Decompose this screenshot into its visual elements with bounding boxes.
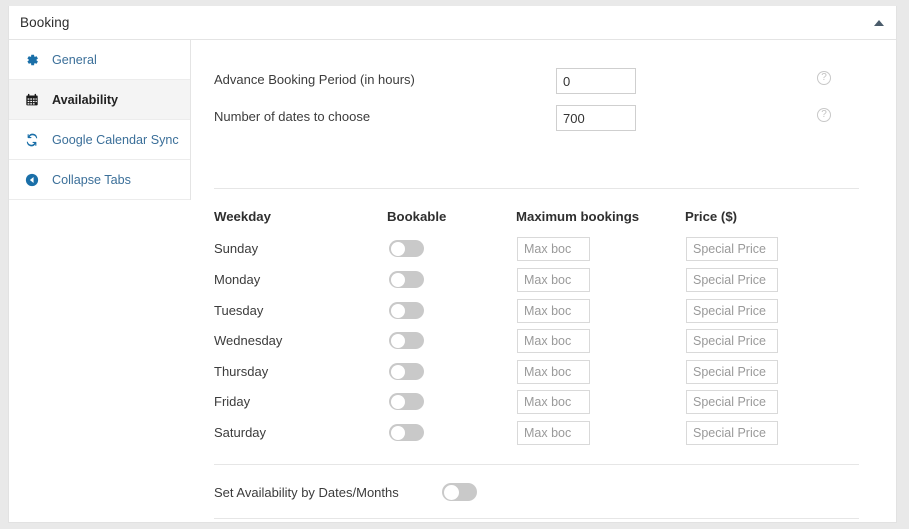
max-bookings-input[interactable] (517, 237, 590, 261)
page-title: Booking (20, 15, 70, 30)
advance-booking-period-input[interactable] (556, 68, 636, 94)
max-bookings-input[interactable] (517, 421, 590, 445)
sidebar-item-label: Collapse Tabs (52, 172, 131, 187)
sidebar: General Availability Google Calendar Syn… (9, 40, 191, 200)
column-header-price: Price ($) (685, 209, 738, 224)
toggle-knob (390, 272, 405, 287)
sidebar-item-collapse-tabs[interactable]: Collapse Tabs (9, 160, 190, 200)
toggle-knob (443, 484, 459, 500)
app-root: Booking General Availability Google Cale… (0, 0, 909, 529)
special-price-input[interactable] (686, 360, 778, 384)
sidebar-item-label: General (52, 52, 97, 67)
toggle-knob (390, 241, 405, 256)
divider-middle (214, 464, 859, 465)
number-of-dates-input[interactable] (556, 105, 636, 131)
set-availability-toggle[interactable] (442, 483, 477, 501)
divider-bottom (214, 518, 859, 519)
column-header-max-bookings: Maximum bookings (516, 209, 640, 224)
bookable-toggle[interactable] (389, 424, 424, 441)
advance-booking-period-row: Advance Booking Period (in hours) ? (214, 68, 854, 96)
special-price-input[interactable] (686, 268, 778, 292)
table-row: Saturday (214, 420, 859, 450)
refresh-sync-icon (23, 133, 41, 147)
number-of-dates-label: Number of dates to choose (214, 109, 371, 124)
gear-icon (23, 53, 41, 67)
calendar-icon (23, 93, 41, 107)
sidebar-item-label: Google Calendar Sync (52, 132, 179, 147)
toggle-knob (390, 364, 405, 379)
special-price-input[interactable] (686, 421, 778, 445)
set-availability-by-dates-row: Set Availability by Dates/Months (214, 481, 859, 505)
sidebar-item-label: Availability (52, 92, 119, 107)
help-icon[interactable]: ? (817, 71, 831, 85)
weekday-label: Thursday (214, 364, 269, 379)
weekday-label: Wednesday (214, 333, 283, 348)
max-bookings-input[interactable] (517, 329, 590, 353)
toggle-knob (390, 303, 405, 318)
weekday-label: Tuesday (214, 303, 264, 318)
bookable-toggle[interactable] (389, 302, 424, 319)
caret-up-icon[interactable] (874, 20, 884, 26)
help-icon[interactable]: ? (817, 108, 831, 122)
table-row: Wednesday (214, 328, 859, 358)
max-bookings-input[interactable] (517, 360, 590, 384)
special-price-input[interactable] (686, 237, 778, 261)
sidebar-item-general[interactable]: General (9, 40, 190, 80)
weekday-label: Friday (214, 394, 251, 409)
toggle-knob (390, 425, 405, 440)
sidebar-item-availability[interactable]: Availability (9, 80, 190, 120)
special-price-input[interactable] (686, 390, 778, 414)
table-row: Thursday (214, 359, 859, 389)
table-row: Friday (214, 389, 859, 419)
arrow-left-circle-icon (23, 173, 41, 187)
special-price-input[interactable] (686, 299, 778, 323)
max-bookings-input[interactable] (517, 299, 590, 323)
advance-booking-period-label: Advance Booking Period (in hours) (214, 72, 415, 87)
set-availability-label: Set Availability by Dates/Months (214, 485, 399, 500)
weekday-table-header: Weekday Bookable Maximum bookings Price … (214, 209, 859, 229)
column-header-weekday: Weekday (214, 209, 271, 224)
max-bookings-input[interactable] (517, 268, 590, 292)
table-row: Monday (214, 267, 859, 297)
special-price-input[interactable] (686, 329, 778, 353)
weekday-label: Sunday (214, 241, 259, 256)
toggle-knob (390, 394, 405, 409)
number-of-dates-row: Number of dates to choose ? (214, 105, 854, 133)
table-row: Tuesday (214, 298, 859, 328)
bookable-toggle[interactable] (389, 393, 424, 410)
max-bookings-input[interactable] (517, 390, 590, 414)
table-row: Sunday (214, 236, 859, 266)
weekday-label: Saturday (214, 425, 267, 440)
toggle-knob (390, 333, 405, 348)
booking-panel: Booking General Availability Google Cale… (8, 6, 897, 523)
sidebar-item-google-calendar-sync[interactable]: Google Calendar Sync (9, 120, 190, 160)
bookable-toggle[interactable] (389, 363, 424, 380)
bookable-toggle[interactable] (389, 240, 424, 257)
bookable-toggle[interactable] (389, 332, 424, 349)
panel-titlebar: Booking (9, 6, 896, 40)
bookable-toggle[interactable] (389, 271, 424, 288)
weekday-label: Monday (214, 272, 261, 287)
column-header-bookable: Bookable (387, 209, 447, 224)
divider-top (214, 188, 859, 189)
